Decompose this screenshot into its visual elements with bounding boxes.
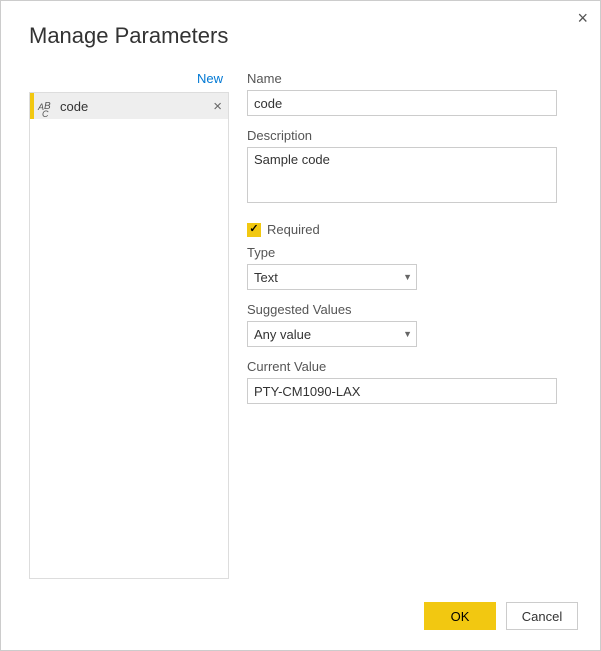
delete-icon[interactable]: ×	[213, 99, 222, 114]
description-label: Description	[247, 128, 580, 143]
chevron-down-icon: ▼	[403, 272, 412, 282]
right-panel: Name Description ✓ Required Type Text ▼ …	[247, 67, 580, 579]
parameter-item-label: code	[60, 99, 213, 114]
type-label: Type	[247, 245, 580, 260]
new-link[interactable]: New	[29, 67, 229, 92]
type-select[interactable]: Text ▼	[247, 264, 417, 290]
suggested-values-label: Suggested Values	[247, 302, 580, 317]
required-checkbox[interactable]: ✓	[247, 223, 261, 237]
parameter-item-code[interactable]: ABC code ×	[30, 93, 228, 119]
ok-button[interactable]: OK	[424, 602, 496, 630]
cancel-button[interactable]: Cancel	[506, 602, 578, 630]
chevron-down-icon: ▼	[403, 329, 412, 339]
type-select-value: Text	[254, 270, 278, 285]
suggested-values-select[interactable]: Any value ▼	[247, 321, 417, 347]
left-panel: New ABC code ×	[29, 67, 229, 579]
current-value-input[interactable]	[247, 378, 557, 404]
required-label: Required	[267, 222, 320, 237]
current-value-label: Current Value	[247, 359, 580, 374]
description-input[interactable]	[247, 147, 557, 203]
suggested-values-value: Any value	[254, 327, 311, 342]
dialog-footer: OK Cancel	[424, 602, 578, 630]
close-icon[interactable]: ×	[577, 9, 588, 27]
dialog-title: Manage Parameters	[1, 1, 600, 67]
dialog-content: New ABC code × Name Description ✓ Requir…	[1, 67, 600, 579]
name-input[interactable]	[247, 90, 557, 116]
name-label: Name	[247, 71, 580, 86]
parameter-list: ABC code ×	[29, 92, 229, 579]
